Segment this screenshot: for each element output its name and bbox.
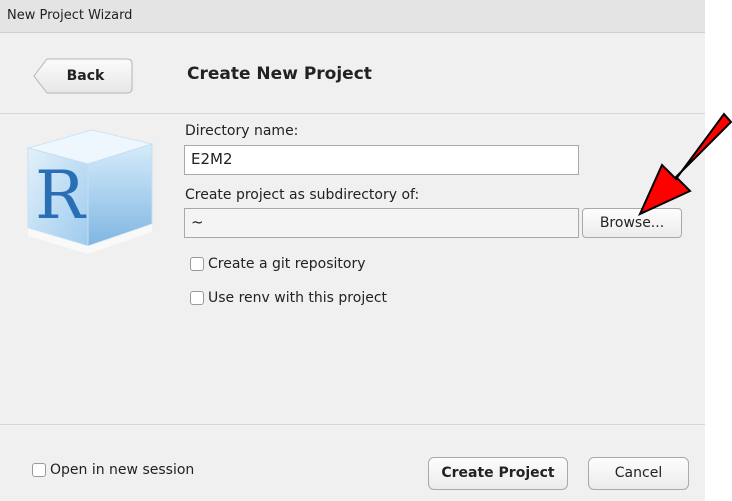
parent-dir-input[interactable]: ~ <box>184 208 579 238</box>
git-repo-label: Create a git repository <box>208 256 366 272</box>
red-arrow-annotation <box>637 112 732 217</box>
create-project-button[interactable]: Create Project <box>428 457 568 490</box>
page-title: Create New Project <box>187 64 372 84</box>
back-arrow-shape <box>6 58 31 93</box>
back-button[interactable] <box>33 58 133 94</box>
directory-name-label: Directory name: <box>185 123 299 139</box>
r-logo-icon: R <box>26 129 154 254</box>
directory-name-input[interactable]: E2M2 <box>184 145 579 175</box>
cancel-button[interactable]: Cancel <box>588 457 689 490</box>
git-repo-checkbox[interactable] <box>190 257 204 271</box>
window-title: New Project Wizard <box>7 8 133 23</box>
r-letter: R <box>35 157 87 234</box>
renv-label: Use renv with this project <box>208 290 388 306</box>
parent-dir-label: Create project as subdirectory of: <box>185 187 420 203</box>
new-session-option[interactable]: Open in new session <box>32 462 194 478</box>
renv-checkbox[interactable] <box>190 291 204 305</box>
git-repo-option[interactable]: Create a git repository <box>190 256 366 272</box>
new-session-label: Open in new session <box>50 462 195 478</box>
red-arrow-shape <box>637 112 732 217</box>
new-project-dialog: New Project Wizard Back Create New Proje… <box>0 0 705 501</box>
title-bar: New Project Wizard <box>0 0 705 33</box>
renv-option[interactable]: Use renv with this project <box>190 290 387 306</box>
new-session-checkbox[interactable] <box>32 463 46 477</box>
